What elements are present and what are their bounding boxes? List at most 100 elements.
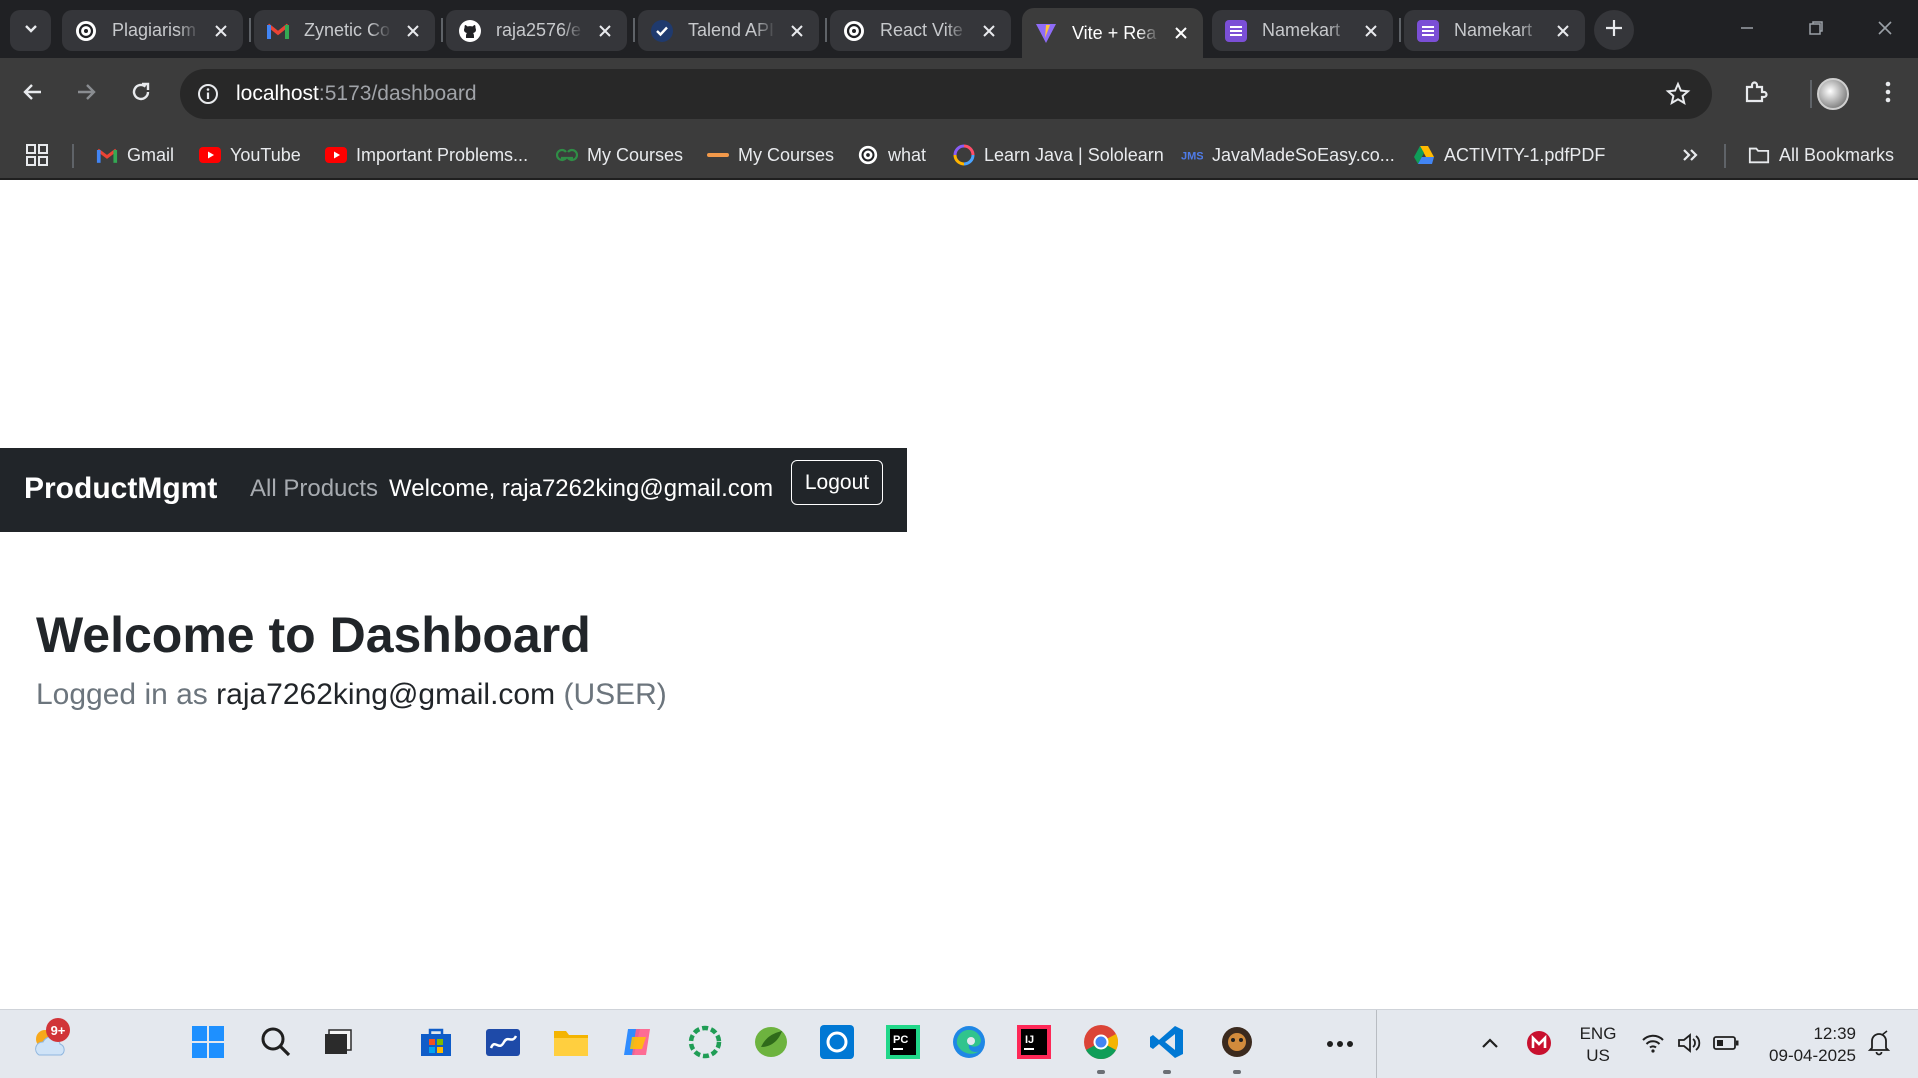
close-icon[interactable] [1171,23,1191,43]
bookmark-label: Important Problems... [356,144,529,165]
address-bar[interactable]: localhost:5173/dashboard [180,69,1712,119]
url-host: localhost [236,82,319,105]
battery-tray[interactable] [1711,1030,1741,1060]
tab-divider [441,18,443,42]
site-info-icon[interactable] [194,80,222,108]
tab-divider [633,18,635,42]
bookmark-javamadesoeasy[interactable]: JMSE JavaMadeSoEasy.co... [1181,141,1395,169]
forward-button[interactable] [68,76,104,112]
bookmark-what[interactable]: what [857,141,926,169]
tab-namekart-1[interactable]: Namekart [1212,10,1393,51]
close-icon[interactable] [979,21,999,41]
chevron-down-icon [22,19,40,42]
bookmark-important-problems[interactable]: Important Problems... [325,141,528,169]
close-icon[interactable] [787,21,807,41]
bookmark-youtube[interactable]: YouTube [199,141,301,169]
tab-title: Vite + Rea [1072,22,1157,43]
puzzle-icon [1742,79,1768,110]
folder-icon [1748,144,1770,166]
navbar-brand[interactable]: ProductMgmt [24,472,217,506]
minimize-button[interactable] [1731,14,1763,46]
volume-tray[interactable] [1675,1030,1705,1060]
tab-search-button[interactable] [10,10,51,51]
back-button[interactable] [15,76,51,112]
taskbar-chrome[interactable] [1081,1023,1121,1074]
all-bookmarks-button[interactable]: All Bookmarks [1748,141,1894,169]
bookmark-my-courses[interactable]: My Courses [707,141,834,169]
taskbar-app-square[interactable] [817,1024,857,1064]
openai-icon [857,144,879,166]
taskbar-game[interactable] [1217,1024,1257,1074]
tab-talend[interactable]: Talend API [638,10,819,51]
taskbar-file-explorer[interactable] [551,1024,591,1064]
apps-grid-icon[interactable] [24,142,50,168]
tab-plagiarism[interactable]: Plagiarism [62,10,243,51]
close-icon[interactable] [1361,21,1381,41]
bookmark-sololearn[interactable]: Learn Java | Sololearn [953,141,1164,169]
browser-toolbar: localhost:5173/dashboard [0,58,1918,130]
logout-button[interactable]: Logout [791,460,883,505]
taskbar-more[interactable] [1320,1024,1360,1064]
show-hidden-icons-button[interactable] [1475,1030,1505,1060]
taskbar-edge[interactable] [949,1024,989,1064]
star-icon[interactable] [1664,80,1692,108]
openai-icon [842,19,866,43]
geeksforgeeks-icon [556,144,578,166]
notification-center-button[interactable] [1864,1029,1894,1060]
close-icon[interactable] [403,21,423,41]
taskbar-search[interactable] [256,1024,296,1064]
profile-avatar[interactable] [1817,78,1849,110]
url-text[interactable]: localhost:5173/dashboard [236,82,477,106]
pycharm-icon: PC [886,1024,920,1064]
close-window-button[interactable] [1869,14,1901,46]
vscode-icon [1149,1024,1185,1065]
close-icon[interactable] [595,21,615,41]
taskbar-copilot[interactable] [618,1024,658,1064]
taskbar-pycharm[interactable]: PC [883,1024,923,1064]
notification-badge: 9+ [46,1018,70,1042]
toolbar-divider [1810,80,1812,108]
logged-in-prefix: Logged in as [36,678,208,711]
bookmark-my-courses-gfg[interactable]: My Courses [556,141,683,169]
user-email: raja7262king@gmail.com [216,678,556,711]
chrome-icon [1082,1023,1120,1066]
close-icon [1876,19,1894,42]
input-language[interactable]: ENG US [1578,1023,1618,1067]
running-indicator [1233,1070,1241,1074]
taskbar-intellij[interactable]: IJ [1014,1024,1054,1064]
taskbar-whiteboard[interactable] [483,1024,523,1064]
double-chevron-right-icon[interactable] [1676,141,1704,169]
tab-react-vite[interactable]: React Vite [830,10,1011,51]
browser-menu-button[interactable] [1870,76,1906,112]
new-tab-button[interactable] [1594,10,1634,50]
tab-github[interactable]: raja2576/e [446,10,627,51]
taskbar-loader-app[interactable] [685,1024,725,1064]
mcafee-tray[interactable] [1524,1030,1554,1060]
system-clock[interactable]: 12:39 09-04-2025 [1756,1023,1856,1067]
restore-button[interactable] [1800,14,1832,46]
list-icon [1416,19,1440,43]
more-icon [1326,1035,1354,1053]
bookmark-label: My Courses [738,144,835,165]
extensions-button[interactable] [1737,76,1773,112]
tab-title: React Vite [880,20,963,40]
task-view-button[interactable] [318,1024,358,1064]
nav-link-all-products[interactable]: All Products [250,475,378,503]
bookmarks-divider [72,144,74,168]
bookmark-gmail[interactable]: Gmail [96,141,174,169]
bookmark-activity-pdf[interactable]: ACTIVITY-1.pdfPDF [1413,141,1605,169]
start-button[interactable] [188,1024,228,1064]
tab-namekart-2[interactable]: Namekart [1404,10,1585,51]
svg-text:IJ: IJ [1025,1034,1034,1046]
close-icon[interactable] [211,21,231,41]
tab-zynetic[interactable]: Zynetic Co [254,10,435,51]
wifi-tray[interactable] [1638,1030,1668,1060]
tab-title: Namekart [1262,20,1341,40]
bookmark-label: YouTube [230,144,301,165]
reload-button[interactable] [123,76,159,112]
taskbar-vscode[interactable] [1147,1024,1187,1074]
taskbar-spring-tools[interactable] [751,1024,791,1064]
taskbar-microsoft-store[interactable] [416,1024,456,1064]
tab-vite-react-active[interactable]: Vite + Rea [1022,8,1203,58]
close-icon[interactable] [1553,21,1573,41]
